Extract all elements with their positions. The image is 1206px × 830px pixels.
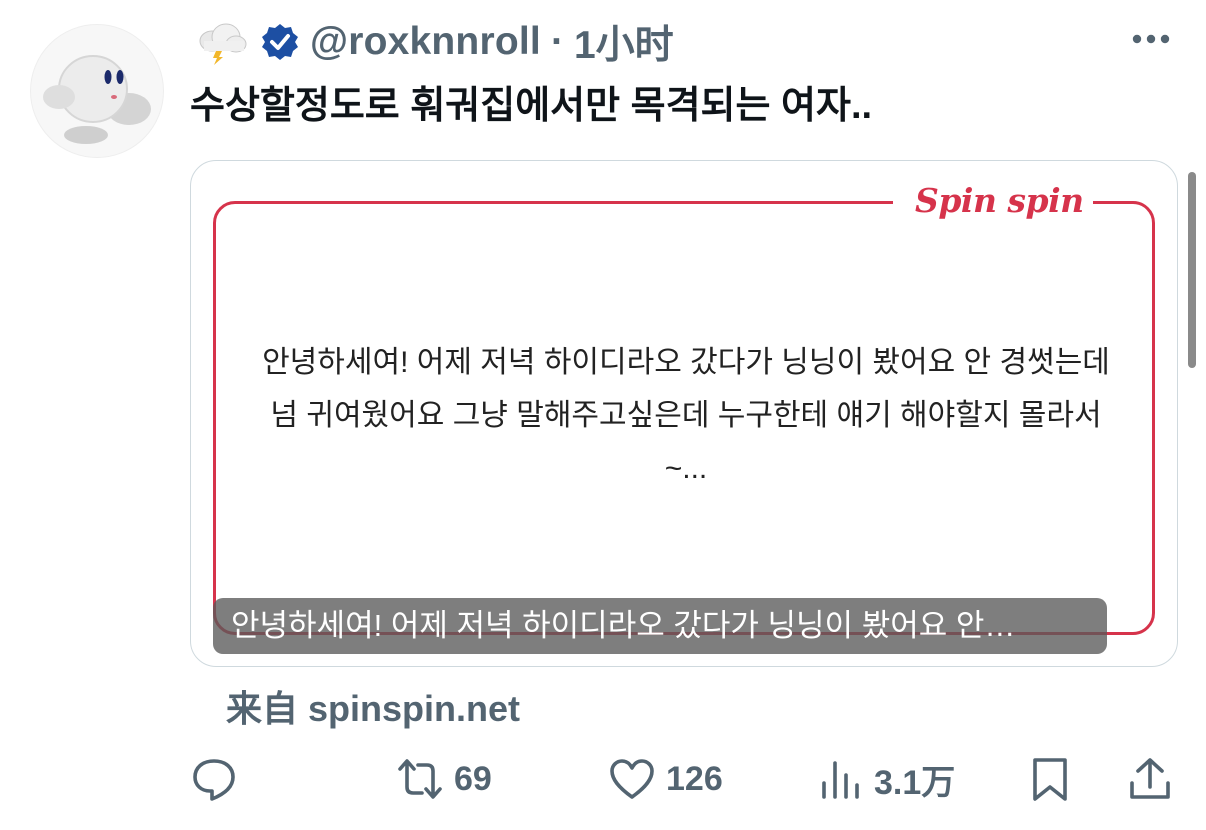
timestamp[interactable]: 1小时 xyxy=(574,14,674,70)
retweet-button[interactable]: 69 xyxy=(396,744,492,814)
more-options-icon[interactable] xyxy=(1128,24,1174,54)
share-icon xyxy=(1130,758,1170,799)
tweet-header: @roxknnroll · 1小时 xyxy=(192,14,674,70)
card-body-text: 안녕하세여! 어제 저녁 하이디라오 갔다가 닝닝이 봤어요 안 경썻는데 넘 … xyxy=(262,346,1110,485)
retweet-count: 69 xyxy=(454,759,492,798)
user-handle[interactable]: @roxknnroll xyxy=(310,20,541,64)
cloud-lightning-icon xyxy=(199,23,247,65)
bookmark-icon xyxy=(1033,758,1067,801)
scrollbar[interactable] xyxy=(1188,172,1196,368)
reply-button[interactable] xyxy=(190,744,248,814)
bookmark-button[interactable] xyxy=(1026,744,1074,814)
heart-icon xyxy=(610,759,654,799)
avatar[interactable] xyxy=(30,24,164,158)
like-button[interactable]: 126 xyxy=(608,744,723,814)
reply-icon xyxy=(193,759,235,801)
verified-badge-icon xyxy=(262,24,298,60)
separator-dot: · xyxy=(550,20,564,63)
share-button[interactable] xyxy=(1126,744,1174,814)
like-count: 126 xyxy=(666,759,723,798)
tweet-text: 수상할정도로 훠궈집에서만 목격되는 여자.. xyxy=(190,85,873,127)
action-bar: 69 126 3.1万 xyxy=(0,744,1206,814)
views-count: 3.1万 xyxy=(874,763,956,802)
source-link[interactable]: 来自 spinspin.net xyxy=(226,680,520,732)
kirby-avatar-image xyxy=(43,55,151,144)
card-caption: 안녕하세여! 어제 저녁 하이디라오 갔다가 닝닝이 봤어요 안… xyxy=(213,598,1107,654)
views-button[interactable]: 3.1万 xyxy=(816,744,955,814)
retweet-icon xyxy=(398,759,442,799)
link-card[interactable]: Spin spin 안녕하세여! 어제 저녁 하이디라오 갔다가 닝닝이 봤어요… xyxy=(190,160,1178,667)
brand-logo: Spin spin xyxy=(915,181,1084,220)
views-icon xyxy=(822,761,859,799)
